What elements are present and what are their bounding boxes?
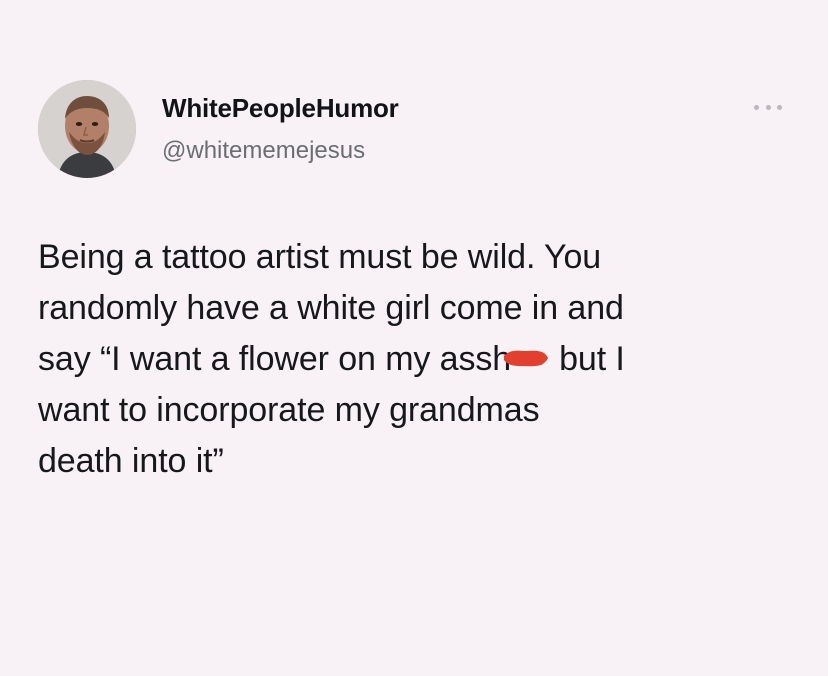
avatar[interactable] [38,80,136,178]
tweet-text-line-5: death into it” [38,442,224,480]
dot-icon [765,104,771,110]
redaction-mark [503,348,549,368]
avatar-photo [38,80,136,178]
redaction-icon [504,350,549,367]
dot-icon [754,104,759,110]
tweet-text-line-1: Being a tattoo artist must be wild. You [38,238,602,276]
tweet-text-line-2: randomly have a white girl come in and [38,289,624,327]
tweet-text-line-3-end: but I [559,340,625,378]
display-name[interactable]: WhitePeopleHumor [162,93,399,124]
dot-icon [777,104,782,110]
tweet-card: WhitePeopleHumor @whitememejesus Being a… [0,0,828,676]
tweet-text-line-3-start: say “I want a flower on my assh [38,340,512,378]
tweet-text-line-4: want to incorporate my grandmas [38,391,540,429]
tweet-text: Being a tattoo artist must be wild. You … [38,232,798,487]
tweet-text-line-3: say “I want a flower on my assh but I [38,334,798,385]
user-handle[interactable]: @whitememejesus [162,137,365,165]
more-options-icon[interactable] [754,98,782,116]
